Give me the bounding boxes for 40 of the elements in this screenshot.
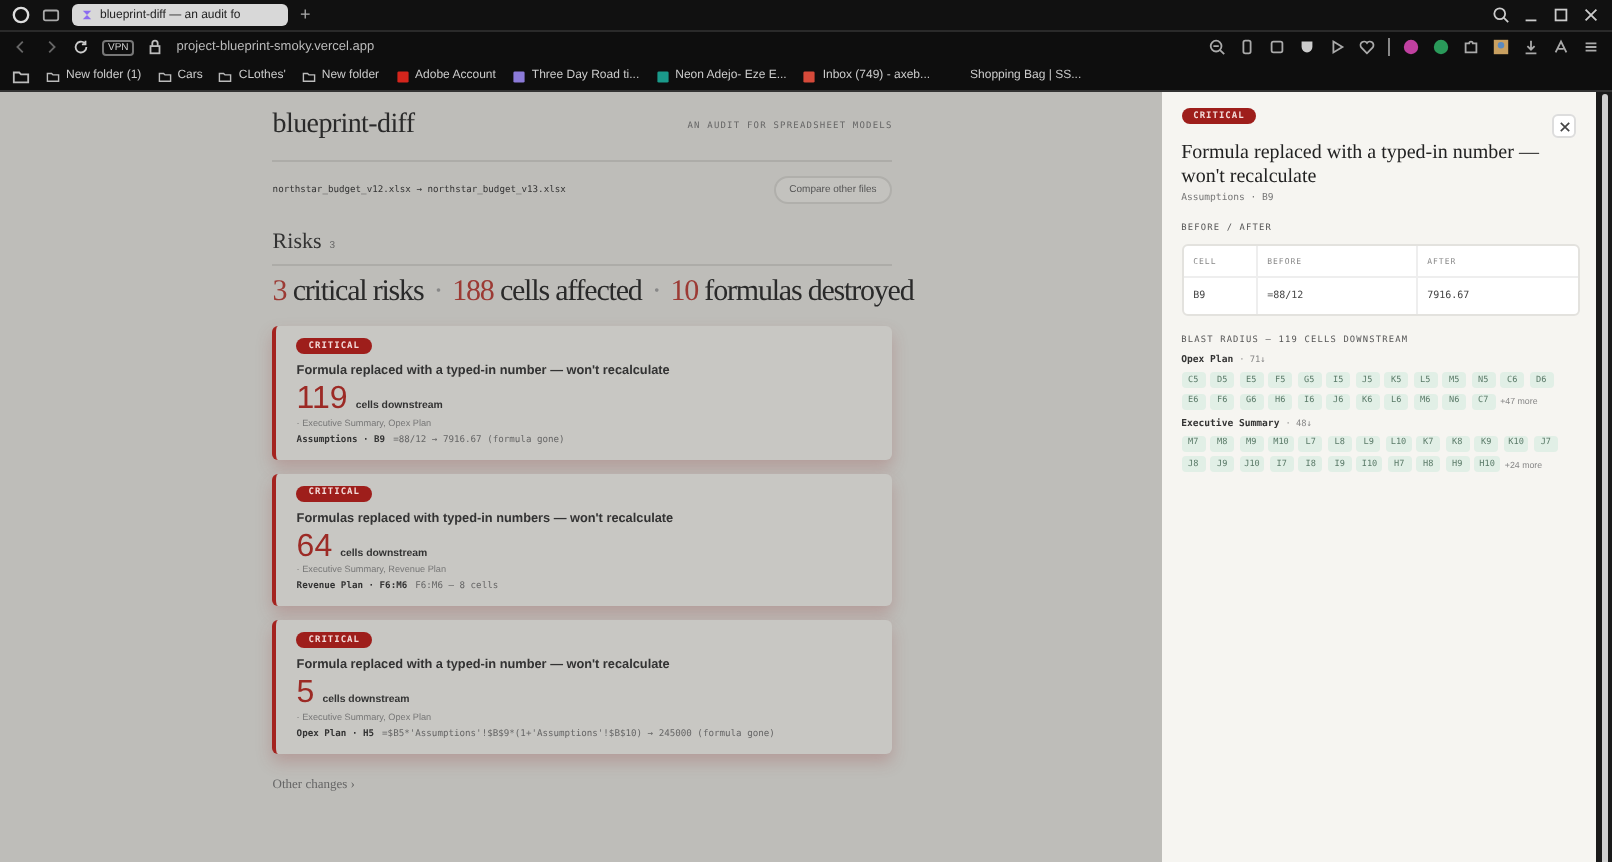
- bookmark-favicon-icon: [802, 69, 817, 83]
- separator-dot: ·: [433, 276, 443, 310]
- maximize-icon[interactable]: [1552, 6, 1570, 24]
- summary-stat: 3 critical risks: [272, 276, 424, 310]
- panel-title: Formula replaced with a typed-in number — won't recalculate: [1181, 142, 1541, 188]
- tab-favicon-icon: [80, 8, 94, 22]
- summary-stat: 188 cells affected: [452, 276, 642, 310]
- lock-icon[interactable]: [146, 38, 165, 56]
- separator-dot: ·: [651, 276, 661, 310]
- downstream-count: 5: [296, 676, 315, 712]
- shield-icon[interactable]: [1298, 38, 1316, 56]
- brand-title: blueprint-diff: [272, 110, 415, 142]
- new-tab-button[interactable]: +: [300, 6, 311, 24]
- folder-icon: [218, 69, 233, 83]
- zoom-icon[interactable]: [1208, 38, 1226, 56]
- phone-icon[interactable]: [1238, 38, 1256, 56]
- bookmark-favicon-icon: [511, 69, 526, 83]
- browser-logo-icon[interactable]: [12, 6, 30, 24]
- summary-stat: 10 formulas destroyed: [670, 276, 914, 310]
- folder-icon: [157, 69, 172, 83]
- search-icon[interactable]: [1492, 6, 1510, 24]
- folder-icon: [46, 69, 60, 83]
- folder-icon: [301, 69, 316, 83]
- scrollbar-thumb[interactable]: [1601, 94, 1608, 862]
- square-icon[interactable]: [1268, 38, 1286, 56]
- close-button[interactable]: [1552, 114, 1577, 138]
- download-icon[interactable]: [1522, 38, 1540, 56]
- reload-icon[interactable]: [72, 38, 90, 56]
- close-icon[interactable]: [1582, 6, 1600, 24]
- menu-icon[interactable]: [1582, 38, 1600, 56]
- downstream-count: 64: [296, 529, 333, 565]
- downstream-count: 119: [296, 382, 348, 418]
- tab-strip-icon[interactable]: [42, 6, 60, 24]
- heart-icon[interactable]: [1358, 38, 1376, 56]
- section-title: Risks: [272, 230, 322, 254]
- bookmark-favicon-icon: [395, 69, 410, 83]
- play-icon[interactable]: [1328, 38, 1346, 56]
- bookmark-favicon-icon: [655, 69, 670, 83]
- risk-card[interactable]: [272, 620, 893, 754]
- close-icon: [1557, 119, 1572, 133]
